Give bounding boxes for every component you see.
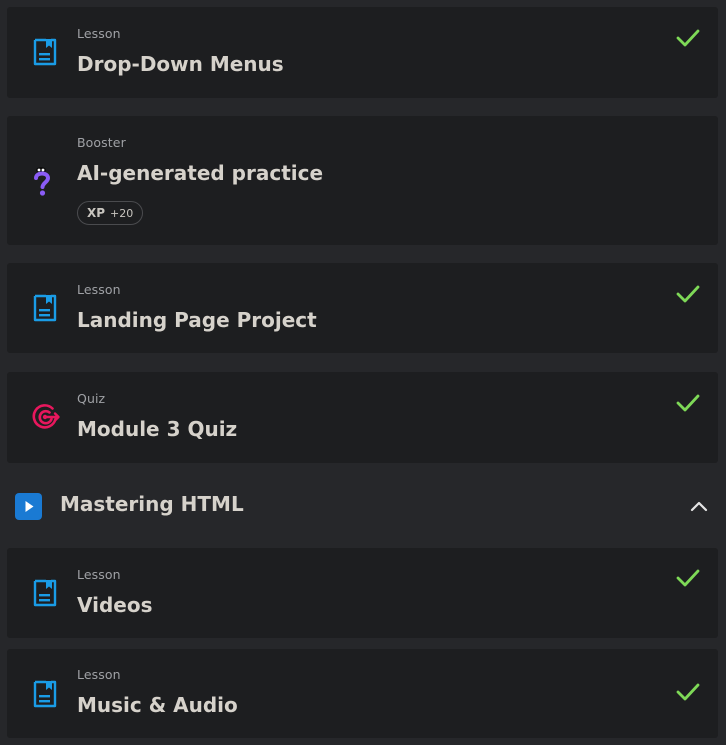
checkmark-icon: [676, 28, 700, 48]
item-type-label: Quiz: [77, 391, 106, 406]
lesson-doc-icon: [32, 294, 58, 322]
item-type-label: Booster: [77, 135, 126, 150]
lesson-card-drop-down-menus[interactable]: Lesson Drop-Down Menus: [7, 7, 718, 98]
checkmark-icon: [676, 568, 700, 588]
item-title: AI-generated practice: [77, 161, 324, 185]
lesson-card-music-audio[interactable]: Lesson Music & Audio: [7, 649, 718, 738]
booster-question-icon: [32, 167, 58, 196]
item-type-label: Lesson: [77, 282, 121, 297]
play-icon: [15, 493, 42, 520]
section-title: Mastering HTML: [60, 492, 244, 516]
item-type-label: Lesson: [77, 26, 121, 41]
xp-label: XP: [87, 206, 106, 220]
xp-value: +20: [110, 206, 134, 220]
item-type-label: Lesson: [77, 667, 121, 682]
chevron-up-icon[interactable]: [689, 498, 709, 512]
item-title: Music & Audio: [77, 693, 238, 717]
checkmark-icon: [676, 284, 700, 304]
quiz-target-icon: [32, 402, 60, 430]
item-type-label: Lesson: [77, 567, 121, 582]
xp-reward-badge: XP +20: [77, 201, 144, 225]
lesson-doc-icon: [32, 680, 58, 708]
course-item-list: Lesson Drop-Down Menus Booster AI-genera…: [0, 0, 726, 745]
booster-card-ai-practice[interactable]: Booster AI-generated practice XP +20: [7, 116, 718, 245]
lesson-card-landing-page-project[interactable]: Lesson Landing Page Project: [7, 263, 718, 353]
lesson-card-videos[interactable]: Lesson Videos: [7, 548, 718, 638]
lesson-doc-icon: [32, 38, 58, 66]
item-title: Drop-Down Menus: [77, 52, 284, 76]
section-header-mastering-html[interactable]: Mastering HTML: [0, 471, 726, 539]
lesson-doc-icon: [32, 579, 58, 607]
item-title: Landing Page Project: [77, 308, 317, 332]
item-title: Module 3 Quiz: [77, 417, 238, 441]
checkmark-icon: [676, 393, 700, 413]
checkmark-icon: [676, 682, 700, 702]
quiz-card-module-3-quiz[interactable]: Quiz Module 3 Quiz: [7, 372, 718, 463]
item-title: Videos: [77, 593, 153, 617]
